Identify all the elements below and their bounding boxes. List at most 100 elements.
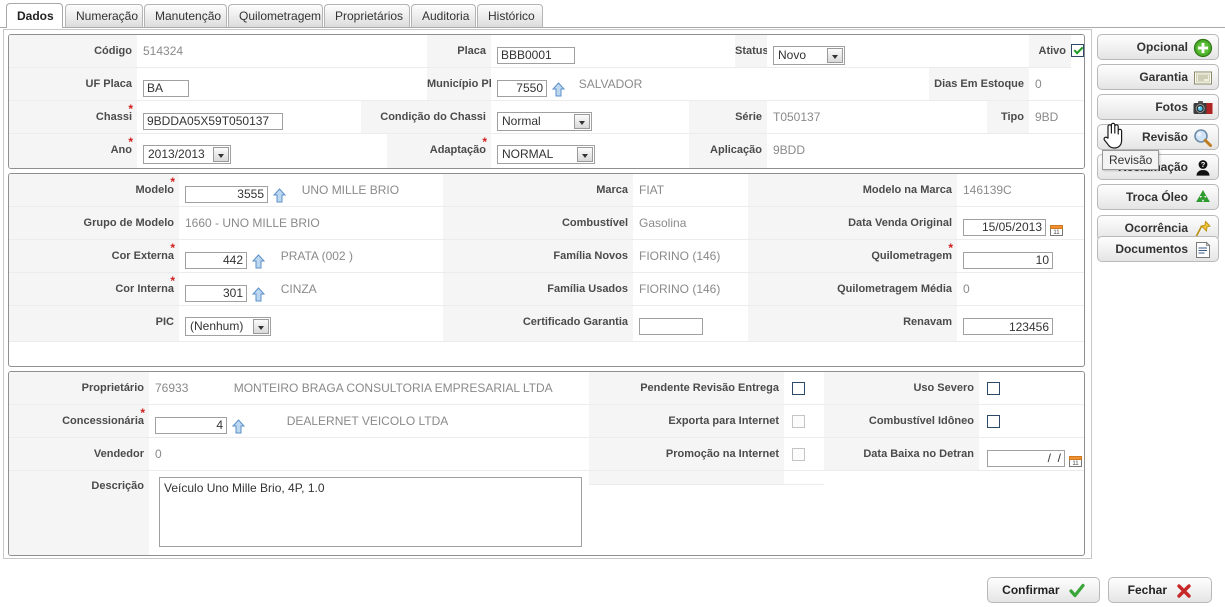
chassi-input[interactable] bbox=[143, 112, 283, 130]
lookup-arrow-icon[interactable] bbox=[273, 183, 287, 203]
chevron-down-icon[interactable] bbox=[253, 319, 269, 335]
label-data-baixa-no-detran: Data Baixa no Detran bbox=[824, 438, 979, 471]
renavam-input[interactable] bbox=[963, 318, 1053, 336]
exporta-para-internet-checkbox[interactable] bbox=[792, 415, 805, 429]
field-pendente-revisao-entrega[interactable] bbox=[784, 372, 824, 405]
button-documentos-label: Documentos bbox=[1115, 242, 1188, 256]
uso-severo-checkbox[interactable] bbox=[987, 382, 1000, 396]
required-asterisk: * bbox=[482, 135, 487, 149]
chevron-down-icon[interactable] bbox=[213, 146, 229, 162]
required-asterisk: * bbox=[128, 102, 133, 116]
fechar-button[interactable]: Fechar bbox=[1108, 577, 1212, 603]
svg-text:11: 11 bbox=[1073, 461, 1080, 467]
label-promocao-na-internet: Promoção na Internet bbox=[589, 438, 784, 471]
field-renavam[interactable] bbox=[957, 306, 1084, 342]
field-status[interactable]: Novo bbox=[767, 35, 1029, 68]
lookup-arrow-icon[interactable] bbox=[252, 282, 266, 302]
form-frame: Código 514324 Placa Status Novo Ativo UF… bbox=[3, 29, 1092, 559]
chevron-down-icon[interactable] bbox=[577, 146, 593, 162]
tab-auditoria[interactable]: Auditoria bbox=[411, 4, 476, 27]
button-troca-oleo[interactable]: Troca Óleo bbox=[1097, 184, 1219, 210]
field-uso-severo[interactable] bbox=[979, 372, 1084, 405]
field-certificado-garantia[interactable] bbox=[633, 306, 748, 342]
confirmar-button[interactable]: Confirmar bbox=[987, 577, 1100, 603]
pendente-revisao-entrega-checkbox[interactable] bbox=[792, 382, 805, 396]
value-familia-novos: FIORINO (146) bbox=[633, 240, 748, 273]
field-cor-interna[interactable]: CINZA bbox=[179, 273, 443, 308]
field-cor-externa[interactable]: PRATA (002 ) bbox=[179, 240, 443, 275]
label-exporta-para-internet: Exporta para Internet bbox=[589, 405, 784, 438]
condicao-chassi-select[interactable]: Normal bbox=[497, 111, 592, 131]
descricao-textarea[interactable]: Veículo Uno Mille Brio, 4P, 1.0 bbox=[159, 477, 582, 547]
button-documentos[interactable]: Documentos bbox=[1097, 236, 1219, 262]
row-chassi-condicao-serie-tipo: Chassi * Condição do Chassi Normal Série… bbox=[9, 101, 1084, 134]
field-quilometragem[interactable] bbox=[957, 240, 1084, 273]
cor-interna-input[interactable] bbox=[185, 284, 247, 302]
tab-quilometragem[interactable]: Quilometragem bbox=[228, 4, 323, 27]
field-pic[interactable]: (Nenhum) bbox=[179, 306, 443, 342]
field-data-venda-original[interactable]: 11 bbox=[957, 207, 1084, 240]
section-identificacao: Código 514324 Placa Status Novo Ativo UF… bbox=[8, 34, 1085, 169]
field-ativo[interactable] bbox=[1071, 35, 1084, 68]
required-asterisk: * bbox=[170, 274, 175, 288]
row-modelo-marca-modelonamarca: Modelo * UNO MILLE BRIO Marca FIAT Model… bbox=[9, 174, 1084, 207]
tab-historico[interactable]: Histórico bbox=[477, 4, 543, 27]
promocao-na-internet-checkbox[interactable] bbox=[792, 448, 805, 462]
ano-select[interactable]: 2013/2013 bbox=[143, 144, 231, 164]
tab-dados[interactable]: Dados bbox=[6, 3, 63, 28]
calendar-icon[interactable]: 11 bbox=[1069, 448, 1083, 467]
label-marca: Marca bbox=[443, 174, 633, 207]
lookup-arrow-icon[interactable] bbox=[252, 249, 266, 269]
svg-text:11: 11 bbox=[1054, 230, 1061, 236]
field-placa[interactable] bbox=[491, 35, 735, 68]
field-descricao[interactable]: Veículo Uno Mille Brio, 4P, 1.0 bbox=[149, 471, 589, 555]
tab-manutencao[interactable]: Manutenção bbox=[144, 4, 227, 27]
tab-numeracao[interactable]: Numeração bbox=[65, 4, 143, 27]
value-combustivel: Gasolina bbox=[633, 207, 748, 240]
row-pendente-uso-severo: Pendente Revisão Entrega Uso Severo bbox=[9, 372, 1084, 405]
button-opcional[interactable]: Opcional bbox=[1097, 34, 1219, 60]
quilometragem-input[interactable] bbox=[963, 251, 1053, 269]
chevron-down-icon[interactable] bbox=[574, 113, 590, 129]
certificado-garantia-input[interactable] bbox=[639, 318, 703, 336]
cor-externa-input[interactable] bbox=[185, 251, 247, 269]
field-data-baixa-no-detran[interactable]: 11 bbox=[979, 438, 1084, 471]
chevron-down-icon[interactable] bbox=[827, 47, 843, 63]
green-check-icon bbox=[1069, 583, 1085, 599]
field-ano[interactable]: 2013/2013 bbox=[137, 134, 387, 168]
field-combustivel-idoneo[interactable] bbox=[979, 405, 1084, 438]
field-exporta-para-internet[interactable] bbox=[784, 405, 824, 438]
field-promocao-na-internet[interactable] bbox=[784, 438, 824, 471]
spacer-label-cell bbox=[589, 471, 784, 485]
label-modelo-text: Modelo bbox=[135, 184, 175, 196]
value-marca: FIAT bbox=[633, 174, 748, 207]
button-garantia[interactable]: Garantia bbox=[1097, 64, 1219, 90]
municipio-placa-input[interactable] bbox=[497, 79, 547, 97]
ativo-checkbox[interactable] bbox=[1071, 44, 1084, 58]
condicao-chassi-select-value: Normal bbox=[502, 113, 541, 128]
combustivel-idoneo-checkbox[interactable] bbox=[987, 415, 1000, 429]
field-uf-placa[interactable] bbox=[137, 68, 427, 101]
pic-select[interactable]: (Nenhum) bbox=[185, 317, 271, 337]
button-garantia-label: Garantia bbox=[1139, 70, 1188, 84]
modelo-input[interactable] bbox=[185, 185, 268, 203]
field-modelo[interactable]: UNO MILLE BRIO bbox=[179, 174, 443, 207]
field-municipio-placa[interactable]: SALVADOR bbox=[491, 68, 929, 103]
data-venda-original-input[interactable] bbox=[963, 218, 1046, 236]
data-baixa-no-detran-input[interactable] bbox=[987, 449, 1065, 467]
status-select[interactable]: Novo bbox=[773, 45, 845, 65]
lookup-arrow-icon[interactable] bbox=[552, 77, 566, 97]
field-condicao-chassi[interactable]: Normal bbox=[491, 101, 689, 134]
tab-proprietarios[interactable]: Proprietários bbox=[324, 4, 410, 27]
field-chassi[interactable] bbox=[137, 101, 361, 134]
calendar-icon[interactable]: 11 bbox=[1050, 217, 1064, 236]
row-ano-adaptacao-aplicacao: Ano * 2013/2013 Adaptação * NORMAL Aplic… bbox=[9, 134, 1084, 168]
row-codigo-placa-status-ativo: Código 514324 Placa Status Novo Ativo bbox=[9, 35, 1084, 68]
document-list-icon bbox=[1193, 240, 1213, 260]
adaptacao-select[interactable]: NORMAL bbox=[497, 144, 595, 164]
label-modelo-na-marca: Modelo na Marca bbox=[748, 174, 957, 207]
placa-input[interactable] bbox=[497, 46, 575, 64]
uf-placa-input[interactable] bbox=[143, 79, 189, 97]
field-adaptacao[interactable]: NORMAL bbox=[491, 134, 689, 168]
button-fotos[interactable]: Fotos bbox=[1097, 94, 1219, 120]
